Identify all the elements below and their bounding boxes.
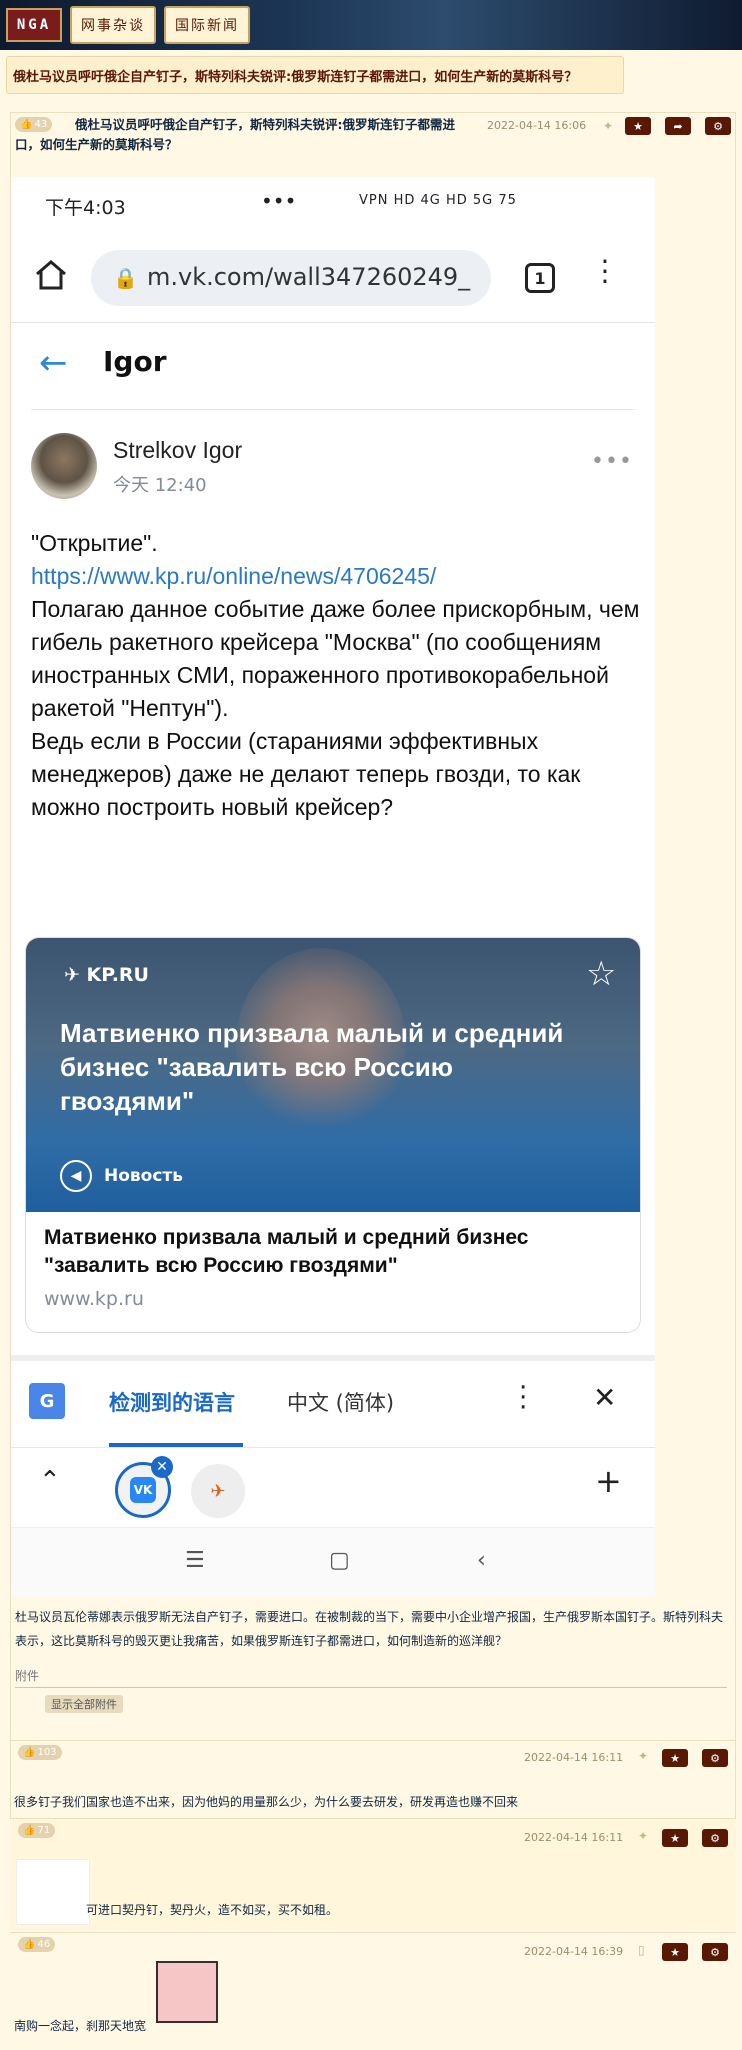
translate-detected-tab[interactable]: 检测到的语言 — [109, 1387, 235, 1417]
attachments-label: 附件 — [15, 1669, 40, 1683]
post-line: Ведь если в России (стараниями эффективн… — [31, 728, 587, 820]
vk-icon: VK — [130, 1477, 156, 1503]
author-name[interactable]: Strelkov Igor — [113, 437, 242, 464]
reply-post: 👍 71 2022-04-14 16:11 ✦ ★ ⚙ 可进口契丹钉，契丹火，造不… — [10, 1818, 736, 1930]
reply-text: 很多钉子我们国家也造不出来，因为他妈的用量那么少，为什么要去研发，研发再造也赚不… — [14, 1795, 519, 1809]
thread-title[interactable]: 俄杜马议员呼吁俄企自产钉子，斯特列科夫锐评:俄罗斯连钉子都需进口，如何生产新的莫… — [6, 56, 624, 94]
device-icon: ▯ — [638, 1943, 645, 1957]
news-badge: ◀ Новость — [60, 1160, 183, 1192]
card-title: Матвиенко призвала малый и средний бизне… — [44, 1226, 529, 1277]
embedded-screenshot: 下午4:03 ••• VPN HD 4G HD 5G 75 🔒 m.vk.com… — [11, 177, 655, 1597]
post-link[interactable]: https://www.kp.ru/online/news/4706245/ — [31, 560, 641, 593]
notification-icons: ••• — [261, 189, 297, 213]
translate-target-tab[interactable]: 中文 (简体) — [287, 1387, 394, 1417]
more-icon[interactable]: ••• — [591, 449, 633, 474]
favorite-icon[interactable]: ★ — [662, 1749, 688, 1767]
vk-post-text: "Открытие". https://www.kp.ru/online/new… — [31, 527, 641, 824]
like-badge[interactable]: 👍 71 — [18, 1823, 56, 1838]
like-count: 103 — [37, 1747, 57, 1758]
nga-logo[interactable]: NGA — [6, 8, 62, 42]
favorite-icon[interactable]: ★ — [662, 1829, 688, 1847]
favorite-icon[interactable]: ★ — [662, 1943, 688, 1961]
divider — [15, 1687, 727, 1688]
back-icon[interactable]: ‹ — [477, 1548, 486, 1573]
like-count: 46 — [37, 1939, 51, 1950]
kp-logo: ✈ KP.RU — [64, 964, 149, 986]
reply-text: 南购一念起，刹那天地宽 — [14, 2019, 147, 2033]
reply-post: 👍 103 2022-04-14 16:11 ✦ ★ ⚙ 很多钉子我们国家也造不出… — [10, 1740, 736, 1816]
reply-date: 2022-04-14 16:39 — [524, 1945, 624, 1958]
lock-icon: 🔒 — [113, 266, 138, 290]
like-badge[interactable]: 👍 103 — [18, 1745, 62, 1760]
home-square-icon[interactable]: ▢ — [329, 1548, 350, 1573]
thumb-icon: 👍 — [23, 1825, 36, 1836]
translate-bar: G 检测到的语言 中文 (简体) · · · ✕ — [11, 1355, 655, 1447]
tab-kp[interactable]: ✈ — [191, 1464, 245, 1518]
android-nav-bar: ☰ ▢ ‹ — [11, 1527, 655, 1597]
post-line: Полагаю данное событие даже более приско… — [31, 596, 646, 721]
vk-author-row: Strelkov Igor 今天 12:40 ••• — [31, 433, 635, 513]
chevron-up-icon[interactable]: ⌃ — [39, 1466, 61, 1496]
url-bar[interactable]: 🔒 m.vk.com/wall347260249_ — [91, 250, 491, 306]
vk-page-header: ← Igor — [11, 323, 655, 403]
thumb-icon: 👍 — [23, 1939, 36, 1950]
home-icon[interactable] — [33, 257, 69, 293]
reply-date: 2022-04-14 16:11 — [524, 1751, 624, 1764]
card-headline: Матвиенко призвала малый и средний бизне… — [60, 1018, 564, 1116]
device-icon: ✦ — [638, 1749, 649, 1763]
divider — [31, 409, 635, 410]
device-icon: ✦ — [603, 119, 614, 133]
status-right-icons: VPN HD 4G HD 5G 75 — [359, 193, 517, 208]
nav-tab-international-news[interactable]: 国际新闻 — [164, 6, 250, 44]
reply-post: 👍 46 2022-04-14 16:39 ▯ ★ ⚙ 南购一念起，刹那天地宽 — [10, 1932, 736, 2048]
reply-date: 2022-04-14 16:11 — [524, 1831, 624, 1844]
device-icon: ✦ — [638, 1829, 649, 1843]
favorite-icon[interactable]: ★ — [625, 117, 651, 135]
show-all-attachments-button[interactable]: 显示全部附件 — [45, 1695, 123, 1713]
translate-icon[interactable]: G — [29, 1383, 65, 1419]
top-nav-bar: NGA 网事杂谈 国际新闻 — [0, 0, 742, 50]
post-date: 2022-04-14 16:06 — [487, 119, 587, 132]
card-image: ✈ KP.RU ☆ Матвиенко призвала малый и сре… — [26, 938, 640, 1212]
status-time: 下午4:03 — [45, 197, 126, 219]
author-avatar[interactable] — [31, 433, 97, 499]
settings-icon[interactable]: ⚙ — [702, 1829, 728, 1847]
link-preview-card[interactable]: ✈ KP.RU ☆ Матвиенко призвала малый и сре… — [25, 937, 641, 1333]
like-badge[interactable]: 👍 46 — [18, 1937, 56, 1952]
card-domain: www.kp.ru — [44, 1288, 144, 1310]
main-post: 👍 43 俄杜马议员呼吁俄企自产钉子，斯特列科夫锐评:俄罗斯连钉子都需进口，如何生… — [10, 112, 736, 1822]
url-text: m.vk.com/wall347260249_ — [147, 263, 471, 291]
nav-tab-wangshi[interactable]: 网事杂谈 — [70, 6, 156, 44]
author-time: 今天 12:40 — [113, 475, 207, 496]
browser-menu-icon[interactable]: · · · — [595, 248, 615, 296]
post-body: 杜马议员瓦伦蒂娜表示俄罗斯无法自产钉子，需要进口。在被制裁的当下，需要中小企业增… — [15, 1610, 724, 1648]
thumb-icon: 👍 — [23, 1747, 36, 1758]
post-title: 俄杜马议员呼吁俄企自产钉子，斯特列科夫锐评:俄罗斯连钉子都需进口，如何生产新的莫… — [15, 117, 456, 152]
phone-status-bar: 下午4:03 ••• VPN HD 4G HD 5G 75 — [11, 177, 655, 233]
menu-icon[interactable]: ☰ — [185, 1548, 205, 1573]
megaphone-icon: ◀ — [60, 1160, 92, 1192]
settings-icon[interactable]: ⚙ — [705, 117, 731, 135]
post-header: 👍 43 俄杜马议员呼吁俄企自产钉子，斯特列科夫锐评:俄罗斯连钉子都需进口，如何生… — [11, 113, 735, 152]
close-icon[interactable]: ✕ — [593, 1381, 616, 1414]
share-icon[interactable]: ➦ — [665, 117, 691, 135]
post-line: "Открытие". — [31, 530, 158, 556]
settings-icon[interactable]: ⚙ — [702, 1943, 728, 1961]
star-icon[interactable]: ☆ — [586, 954, 616, 994]
tab-count[interactable]: 1 — [525, 263, 555, 293]
browser-tab-bar: ⌃ VK ✕ ✈ + — [11, 1447, 655, 1527]
user-avatar[interactable] — [16, 1859, 90, 1925]
browser-url-row: 🔒 m.vk.com/wall347260249_ 1 · · · — [11, 233, 655, 323]
plus-icon[interactable]: + — [595, 1462, 622, 1500]
sticker-image — [156, 1961, 218, 2023]
translate-menu-icon[interactable]: · · · — [519, 1375, 527, 1421]
reply-text: 可进口契丹钉，契丹火，造不如买，买不如租。 — [86, 1903, 339, 1917]
back-arrow-icon[interactable]: ← — [39, 343, 68, 383]
settings-icon[interactable]: ⚙ — [702, 1749, 728, 1767]
close-tab-icon[interactable]: ✕ — [151, 1456, 173, 1478]
vk-page-name: Igor — [103, 345, 167, 378]
like-count: 71 — [37, 1825, 51, 1836]
kp-bird-icon: ✈ — [64, 964, 87, 986]
